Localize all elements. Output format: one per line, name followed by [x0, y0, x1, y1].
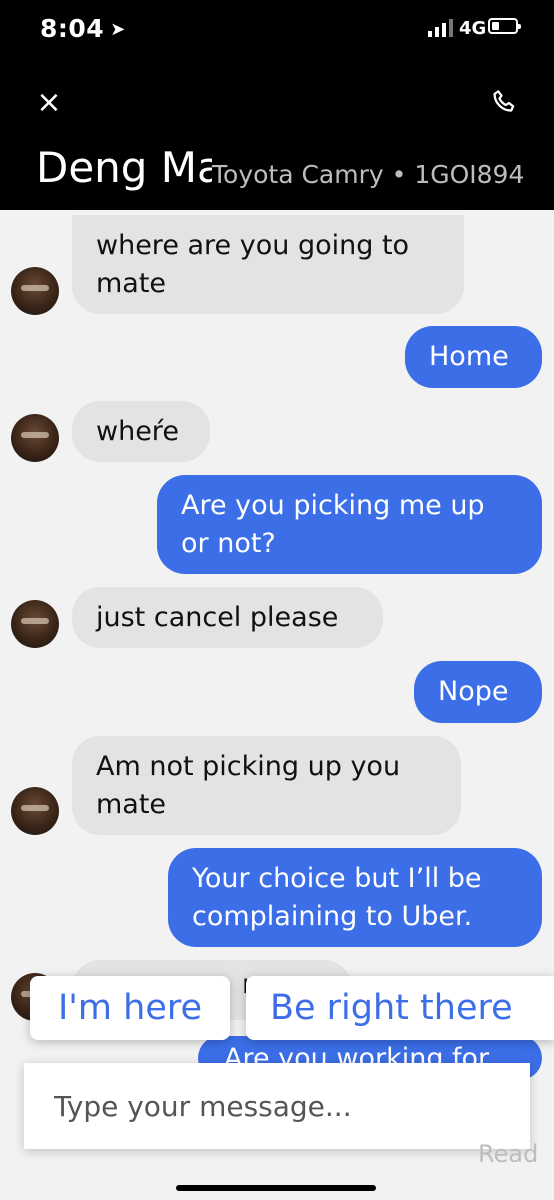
close-button[interactable]: ×	[34, 88, 64, 118]
network-type: 4G	[459, 18, 487, 39]
message-input[interactable]	[24, 1063, 530, 1149]
message-line: Your choice but I’ll be	[192, 862, 482, 894]
signal-icon	[428, 19, 453, 37]
driver-avatar	[11, 600, 59, 648]
read-receipt: Read	[478, 1140, 539, 1168]
message-line: Are you picking me up	[181, 489, 485, 521]
message-line: Home	[429, 341, 509, 372]
chat-header: 8:04 ➤ 4G × Deng Ma Toyota Camry • 1GOI89…	[0, 0, 554, 210]
close-icon: ×	[36, 85, 62, 120]
message-line: or not?	[181, 527, 276, 559]
outgoing-message: Are you picking me up or not?	[157, 475, 542, 574]
outgoing-message: Your choice but I’ll be complaining to U…	[168, 848, 542, 947]
phone-icon[interactable]	[490, 87, 520, 117]
incoming-message: Am not picking up you mate	[72, 736, 461, 835]
quick-reply-label: Be right there	[270, 988, 513, 1028]
outgoing-message: Home	[405, 326, 542, 388]
driver-avatar	[11, 414, 59, 462]
status-time: 8:04 ➤	[40, 14, 126, 43]
message-line: Am not picking up you	[96, 750, 401, 782]
message-line: mate	[96, 788, 167, 820]
message-line: just cancel please	[96, 601, 339, 633]
driver-avatar	[11, 267, 59, 315]
quick-reply-label: I'm here	[57, 988, 203, 1028]
message-line: wheŕe	[96, 415, 179, 447]
home-indicator	[176, 1185, 376, 1191]
driver-avatar	[11, 787, 59, 835]
status-time-text: 8:04	[40, 14, 105, 43]
message-line: where are you going to	[96, 229, 410, 261]
incoming-message: just cancel please	[72, 587, 383, 648]
message-line: mate	[96, 267, 167, 299]
battery-icon	[488, 18, 521, 34]
quick-reply-im-here[interactable]: I'm here	[30, 976, 230, 1040]
car-info: Toyota Camry • 1GOI894	[212, 160, 525, 189]
quick-reply-be-right-there[interactable]: Be right there	[246, 976, 554, 1040]
location-arrow-icon: ➤	[110, 19, 126, 40]
message-line: Nope	[438, 676, 509, 707]
outgoing-message: Nope	[414, 661, 542, 723]
incoming-message: wheŕe	[72, 401, 210, 462]
driver-name: Deng Ma	[36, 143, 212, 192]
message-line: complaining to Uber.	[192, 900, 473, 932]
message-composer	[24, 1063, 530, 1149]
incoming-message: where are you going to mate	[72, 215, 464, 314]
